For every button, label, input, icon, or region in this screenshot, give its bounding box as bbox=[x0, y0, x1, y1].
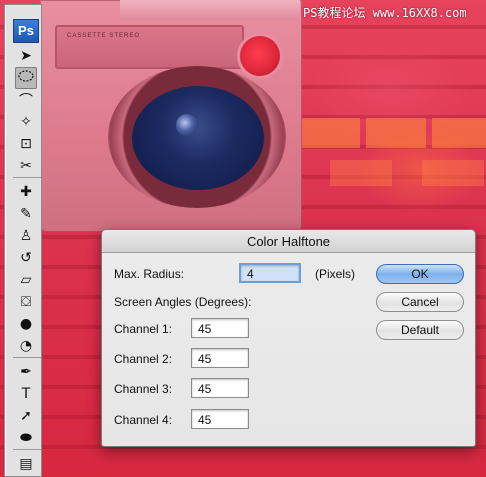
type-icon: T bbox=[21, 386, 31, 402]
tools-palette: Ps ➤ ⌒ ✧ ⊡ ✂ ✚ ✎ ♙ ↺ ▱ ⛋ ● ◔ ✒ T ➚ ⬬ ▤ bbox=[4, 4, 42, 477]
brush-tool[interactable]: ✎ bbox=[15, 203, 37, 225]
slice-tool[interactable]: ✂ bbox=[15, 155, 37, 177]
brush-icon: ✎ bbox=[20, 206, 32, 222]
max-radius-input[interactable]: 4 bbox=[239, 263, 301, 283]
paint-bucket-tool[interactable]: ⛋ bbox=[15, 291, 37, 313]
eraser-tool[interactable]: ▱ bbox=[15, 269, 37, 291]
channel-1-input[interactable]: 45 bbox=[191, 318, 249, 338]
notes-icon: ▤ bbox=[19, 456, 33, 472]
tool-separator bbox=[13, 177, 41, 178]
watermark-text: PS教程论坛 www.16XX8.com bbox=[303, 6, 467, 20]
type-tool[interactable]: T bbox=[15, 383, 37, 405]
photoshop-logo[interactable]: Ps bbox=[13, 19, 39, 43]
healing-brush-tool[interactable]: ✚ bbox=[15, 181, 37, 203]
elliptical-marquee-tool[interactable] bbox=[15, 67, 37, 89]
history-brush-tool[interactable]: ↺ bbox=[15, 247, 37, 269]
channel-3-label: Channel 3: bbox=[114, 382, 173, 396]
arrow-icon: ➚ bbox=[20, 408, 32, 424]
volume-knob bbox=[240, 36, 280, 76]
move-tool[interactable]: ➤ bbox=[15, 45, 37, 67]
dialog-title: Color Halftone bbox=[246, 234, 331, 249]
blur-tool[interactable]: ● bbox=[15, 313, 37, 335]
dodge-icon: ◔ bbox=[19, 338, 33, 354]
pixels-unit-label: (Pixels) bbox=[315, 267, 356, 281]
ellipse-shape-tool[interactable]: ⬬ bbox=[15, 427, 37, 449]
brick-wall bbox=[300, 160, 486, 186]
screen-angles-label: Screen Angles (Degrees): bbox=[114, 295, 252, 309]
speaker-dome bbox=[176, 114, 198, 136]
channel-3-input[interactable]: 45 bbox=[191, 378, 249, 398]
stamp-icon: ♙ bbox=[19, 228, 33, 244]
slice-icon: ✂ bbox=[20, 158, 32, 174]
channel-4-input[interactable]: 45 bbox=[191, 409, 249, 429]
bucket-icon: ⛋ bbox=[20, 294, 32, 310]
path-selection-tool[interactable]: ➚ bbox=[15, 405, 37, 427]
pen-tool[interactable]: ✒ bbox=[15, 361, 37, 383]
channel-2-input[interactable]: 45 bbox=[191, 348, 249, 368]
dodge-tool[interactable]: ◔ bbox=[15, 335, 37, 357]
default-button[interactable]: Default bbox=[376, 320, 464, 340]
cassette-deck: CASSETTE STEREO bbox=[55, 25, 244, 69]
channel-1-label: Channel 1: bbox=[114, 322, 173, 336]
magic-wand-icon: ✧ bbox=[20, 114, 32, 130]
cancel-button[interactable]: Cancel bbox=[376, 292, 464, 312]
crop-tool[interactable]: ⊡ bbox=[15, 133, 37, 155]
move-icon: ➤ bbox=[20, 48, 32, 64]
crop-icon: ⊡ bbox=[20, 136, 32, 152]
eraser-icon: ▱ bbox=[20, 272, 32, 288]
speaker-cone bbox=[132, 86, 264, 190]
ellipse-shape-icon: ⬬ bbox=[20, 430, 32, 446]
droplet-icon: ● bbox=[19, 316, 33, 332]
deck-label: CASSETTE STEREO bbox=[67, 33, 141, 39]
bandage-icon: ✚ bbox=[20, 184, 32, 200]
ok-button[interactable]: OK bbox=[376, 264, 464, 284]
color-halftone-dialog: Color Halftone Max. Radius: 4 (Pixels) S… bbox=[101, 229, 476, 447]
boombox-handle bbox=[120, 0, 300, 20]
lasso-icon: ⌒ bbox=[19, 93, 33, 109]
pen-icon: ✒ bbox=[20, 364, 32, 380]
lasso-tool[interactable]: ⌒ bbox=[15, 89, 37, 111]
channel-4-label: Channel 4: bbox=[114, 413, 173, 427]
channel-2-label: Channel 2: bbox=[114, 352, 173, 366]
tool-separator bbox=[13, 357, 41, 358]
magic-wand-tool[interactable]: ✧ bbox=[15, 111, 37, 133]
dialog-titlebar[interactable]: Color Halftone bbox=[102, 230, 475, 253]
max-radius-label: Max. Radius: bbox=[114, 267, 185, 281]
brick-wall bbox=[300, 118, 486, 148]
ellipse-marquee-icon bbox=[17, 67, 35, 89]
clone-stamp-tool[interactable]: ♙ bbox=[15, 225, 37, 247]
history-brush-icon: ↺ bbox=[20, 250, 32, 266]
tool-separator bbox=[13, 449, 41, 450]
notes-tool[interactable]: ▤ bbox=[15, 453, 37, 475]
